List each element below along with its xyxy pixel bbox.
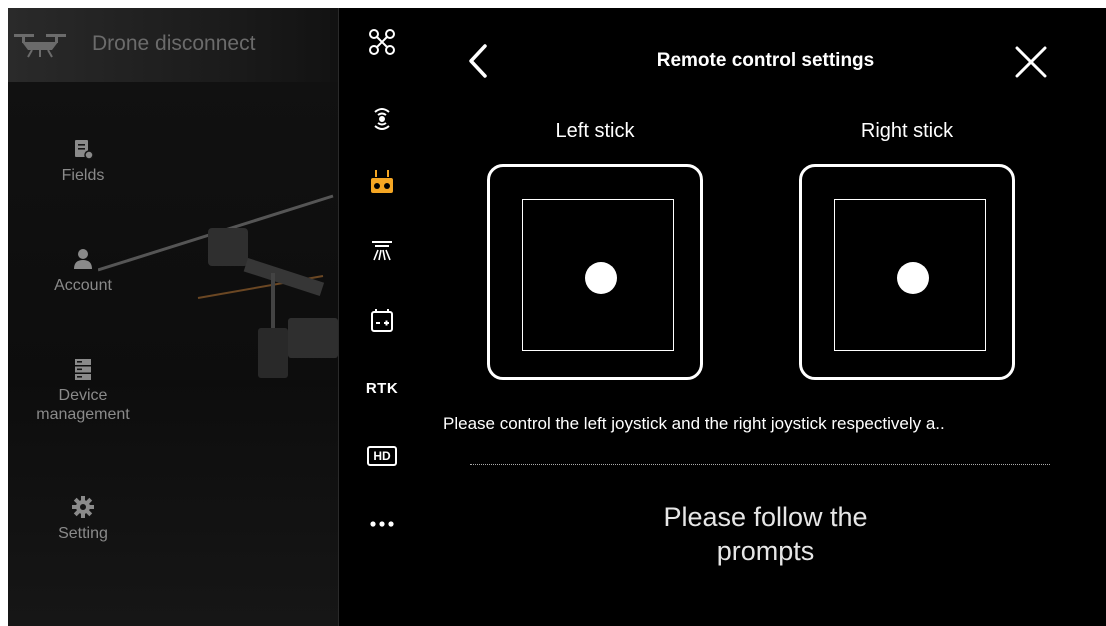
left-navigation: Drone disconnect Fields Account Device m… [8,8,338,626]
left-stick-dot [585,262,617,294]
left-stick-area [522,199,674,351]
settings-icon-bar: RTK HD [338,8,426,626]
spray-settings-button[interactable] [362,230,402,270]
more-button[interactable] [362,504,402,544]
hd-settings-button[interactable]: HD [362,436,402,476]
app-frame: Drone disconnect Fields Account Device m… [8,8,1106,626]
aircraft-icon [369,29,395,55]
right-stick-label: Right stick [860,120,954,142]
account-icon [74,249,92,269]
hd-label: HD [373,449,391,463]
more-icon [370,521,394,527]
nav-item-account[interactable]: Account [8,248,158,295]
remote-controller-icon [371,170,393,193]
hd-icon: HD [367,446,397,466]
nav-label-fields: Fields [61,167,105,184]
page-title: Remote control settings [656,50,875,71]
prompt-text-content: Please follow the prompts [663,502,868,566]
spray-icon [372,241,392,261]
right-stick-area [834,199,986,351]
battery-icon [371,309,393,332]
remote-control-settings-panel: Remote control settings Left stick Right… [425,8,1106,626]
right-stick-indicator [799,164,1015,380]
rtk-settings-button[interactable]: RTK [362,368,402,408]
drone-status-text: Drone disconnect [92,32,256,55]
nav-item-fields[interactable]: Fields [8,138,158,185]
nav-item-setting[interactable]: Setting [8,496,158,543]
prompt-text: Please follow the prompts [425,500,1106,568]
drone-icon [14,34,66,58]
instruction-text: Please control the left joystick and the… [443,414,945,433]
nav-label-device-management: Device management [36,387,130,423]
rtk-label: RTK [365,379,399,397]
signal-icon [374,108,390,130]
nav-item-device-management[interactable]: Device management [8,358,158,424]
device-icon [75,359,91,380]
gear-icon [72,496,94,518]
close-icon[interactable] [1013,44,1049,80]
fields-icon [75,140,94,160]
battery-settings-button[interactable] [362,300,402,340]
remote-controller-settings-button[interactable] [362,162,402,202]
nav-label-account: Account [54,277,112,294]
drone-status-bar: Drone disconnect [8,8,338,82]
nav-label-setting: Setting [58,525,108,542]
aircraft-settings-button[interactable] [362,22,402,62]
divider [470,464,1050,465]
left-stick-indicator [487,164,703,380]
signal-settings-button[interactable] [362,98,402,138]
left-stick-label: Left stick [555,120,635,142]
right-stick-dot [897,262,929,294]
